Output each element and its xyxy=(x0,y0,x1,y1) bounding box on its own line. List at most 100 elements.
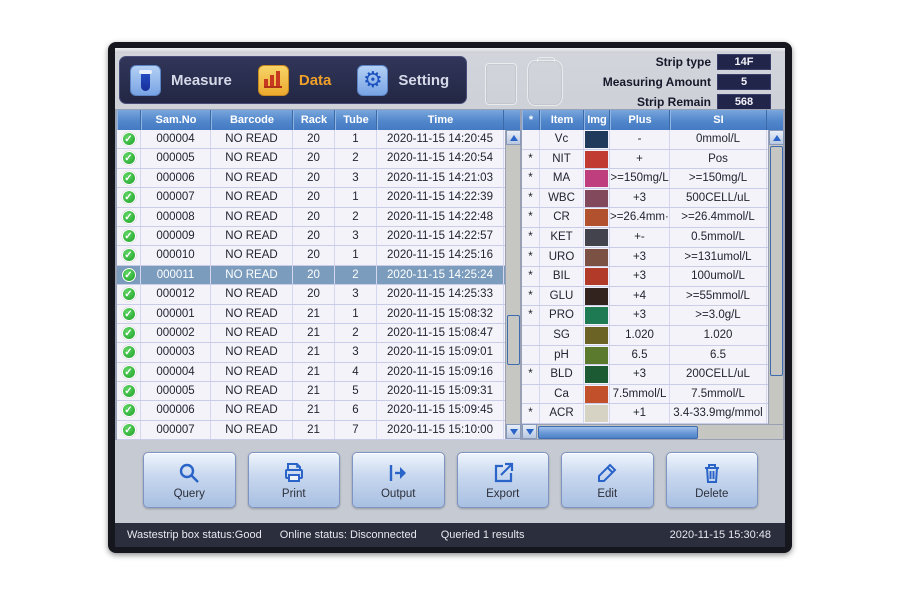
table-row[interactable]: ✓000003NO READ2132020-11-15 15:09:01 xyxy=(117,343,520,362)
detail-row[interactable]: *MA>=150mg/L>=150mg/L xyxy=(522,169,783,189)
cell: >=131umol/L xyxy=(670,248,767,267)
detail-scroll-thumb[interactable] xyxy=(770,146,783,376)
cell: * xyxy=(522,248,540,267)
cell: * xyxy=(522,228,540,247)
cell: SG xyxy=(540,326,584,345)
detail-row[interactable]: Ca7.5mmol/L7.5mmol/L xyxy=(522,385,783,405)
check-icon: ✓ xyxy=(122,248,136,262)
cell: * xyxy=(522,287,540,306)
results-vertical-scrollbar[interactable] xyxy=(505,130,520,439)
header-status xyxy=(117,110,141,130)
table-row[interactable]: ✓000007NO READ2012020-11-15 14:22:39 xyxy=(117,188,520,207)
strip-pad-swatch xyxy=(585,347,608,364)
cell: 4 xyxy=(335,363,377,381)
table-row[interactable]: ✓000007NO READ2172020-11-15 15:10:00 xyxy=(117,421,520,440)
info-label: Strip type xyxy=(656,55,711,69)
info-row-1: Measuring Amount5 xyxy=(511,72,771,91)
delete-button[interactable]: Delete xyxy=(666,452,759,508)
tab-data[interactable]: Data xyxy=(258,65,332,96)
cell: 000003 xyxy=(141,343,211,361)
print-button[interactable]: Print xyxy=(248,452,341,508)
table-row[interactable]: ✓000001NO READ2112020-11-15 15:08:32 xyxy=(117,305,520,324)
cell: - xyxy=(610,130,670,149)
output-button[interactable]: Output xyxy=(352,452,445,508)
info-value: 568 xyxy=(717,94,771,110)
cell: 100umol/L xyxy=(670,267,767,286)
status-cell: ✓ xyxy=(117,266,141,284)
cell: NIT xyxy=(540,150,584,169)
results-scroll-thumb[interactable] xyxy=(507,315,520,365)
results-table: Sam.NoBarcodeRackTubeTime ✓000004NO READ… xyxy=(117,110,520,439)
table-row[interactable]: ✓000010NO READ2012020-11-15 14:25:16 xyxy=(117,246,520,265)
strip-pad-swatch xyxy=(585,405,608,422)
info-value: 14F xyxy=(717,54,771,70)
query-button[interactable]: Query xyxy=(143,452,236,508)
cell: 000002 xyxy=(141,324,211,342)
img-cell xyxy=(584,248,610,267)
detail-row[interactable]: Vc-0mmol/L xyxy=(522,130,783,150)
status-bar: Wastestrip box status:Good Online status… xyxy=(115,523,785,547)
detail-row[interactable]: pH6.56.5 xyxy=(522,346,783,366)
table-row[interactable]: ✓000006NO READ2032020-11-15 14:21:03 xyxy=(117,169,520,188)
cell: * xyxy=(522,267,540,286)
detail-hscroll-thumb[interactable] xyxy=(538,426,698,439)
cell: 20 xyxy=(293,130,335,148)
header-Img: Img xyxy=(584,110,610,130)
strip-pad-swatch xyxy=(585,229,608,246)
tab-setting[interactable]: ⚙Setting xyxy=(357,65,449,96)
table-row[interactable]: ✓000005NO READ2022020-11-15 14:20:54 xyxy=(117,149,520,168)
scroll-up-button[interactable] xyxy=(506,130,521,145)
detail-row[interactable]: *BLD+3200CELL/uL xyxy=(522,365,783,385)
detail-row[interactable]: SG1.0201.020 xyxy=(522,326,783,346)
table-row[interactable]: ✓000005NO READ2152020-11-15 15:09:31 xyxy=(117,382,520,401)
cell: Vc xyxy=(540,130,584,149)
scroll-up-button[interactable] xyxy=(769,130,784,145)
cell: CR xyxy=(540,208,584,227)
table-row[interactable]: ✓000004NO READ2012020-11-15 14:20:45 xyxy=(117,130,520,149)
cell: 3.4-33.9mg/mmol xyxy=(670,404,767,423)
detail-row[interactable]: *GLU+4>=55mmol/L xyxy=(522,287,783,307)
cell: 7 xyxy=(335,421,377,439)
table-row[interactable]: ✓000009NO READ2032020-11-15 14:22:57 xyxy=(117,227,520,246)
tab-measure[interactable]: Measure xyxy=(130,65,232,96)
cell: 5 xyxy=(335,382,377,400)
detail-row[interactable]: *CR>=26.4mm···>=26.4mmol/L xyxy=(522,208,783,228)
detail-row[interactable]: *URO+3>=131umol/L xyxy=(522,248,783,268)
header-flag: * xyxy=(522,110,540,130)
table-row[interactable]: ✓000008NO READ2022020-11-15 14:22:48 xyxy=(117,208,520,227)
detail-row[interactable]: *KET+-0.5mmol/L xyxy=(522,228,783,248)
cell: 2020-11-15 14:20:45 xyxy=(377,130,504,148)
detail-row[interactable]: *BIL+3100umol/L xyxy=(522,267,783,287)
table-row[interactable]: ✓000006NO READ2162020-11-15 15:09:45 xyxy=(117,401,520,420)
scroll-down-button[interactable] xyxy=(522,424,537,439)
detail-horizontal-scrollbar[interactable] xyxy=(522,424,783,439)
cell: 20 xyxy=(293,266,335,284)
detail-row[interactable]: *WBC+3500CELL/uL xyxy=(522,189,783,209)
detail-vertical-scrollbar[interactable] xyxy=(768,130,783,424)
cell: 21 xyxy=(293,363,335,381)
edit-button[interactable]: Edit xyxy=(561,452,654,508)
detail-row[interactable]: *NIT+Pos xyxy=(522,150,783,170)
scroll-down-button[interactable] xyxy=(506,424,521,439)
header-Sam.No: Sam.No xyxy=(141,110,211,130)
detail-row[interactable]: *PRO+3>=3.0g/L xyxy=(522,306,783,326)
table-row[interactable]: ✓000002NO READ2122020-11-15 15:08:47 xyxy=(117,324,520,343)
cell: +3 xyxy=(610,306,670,325)
cell: 0.5mmol/L xyxy=(670,228,767,247)
cell: +3 xyxy=(610,189,670,208)
cell: 6.5 xyxy=(670,346,767,365)
detail-row[interactable]: *ACR+13.4-33.9mg/mmol xyxy=(522,404,783,424)
export-button[interactable]: Export xyxy=(457,452,550,508)
table-row[interactable]: ✓000011NO READ2022020-11-15 14:25:24 xyxy=(117,266,520,285)
cell: 2020-11-15 14:22:48 xyxy=(377,208,504,226)
table-row[interactable]: ✓000004NO READ2142020-11-15 15:09:16 xyxy=(117,363,520,382)
img-cell xyxy=(584,404,610,423)
cell: 6 xyxy=(335,401,377,419)
table-row[interactable]: ✓000012NO READ2032020-11-15 14:25:33 xyxy=(117,285,520,304)
status-cell: ✓ xyxy=(117,421,141,439)
status-cell: ✓ xyxy=(117,149,141,167)
strip-info-panel: Strip type14FMeasuring Amount5Strip Rema… xyxy=(511,52,771,112)
cell: +3 xyxy=(610,365,670,384)
cell: +3 xyxy=(610,248,670,267)
output-arrow-icon xyxy=(386,461,410,485)
